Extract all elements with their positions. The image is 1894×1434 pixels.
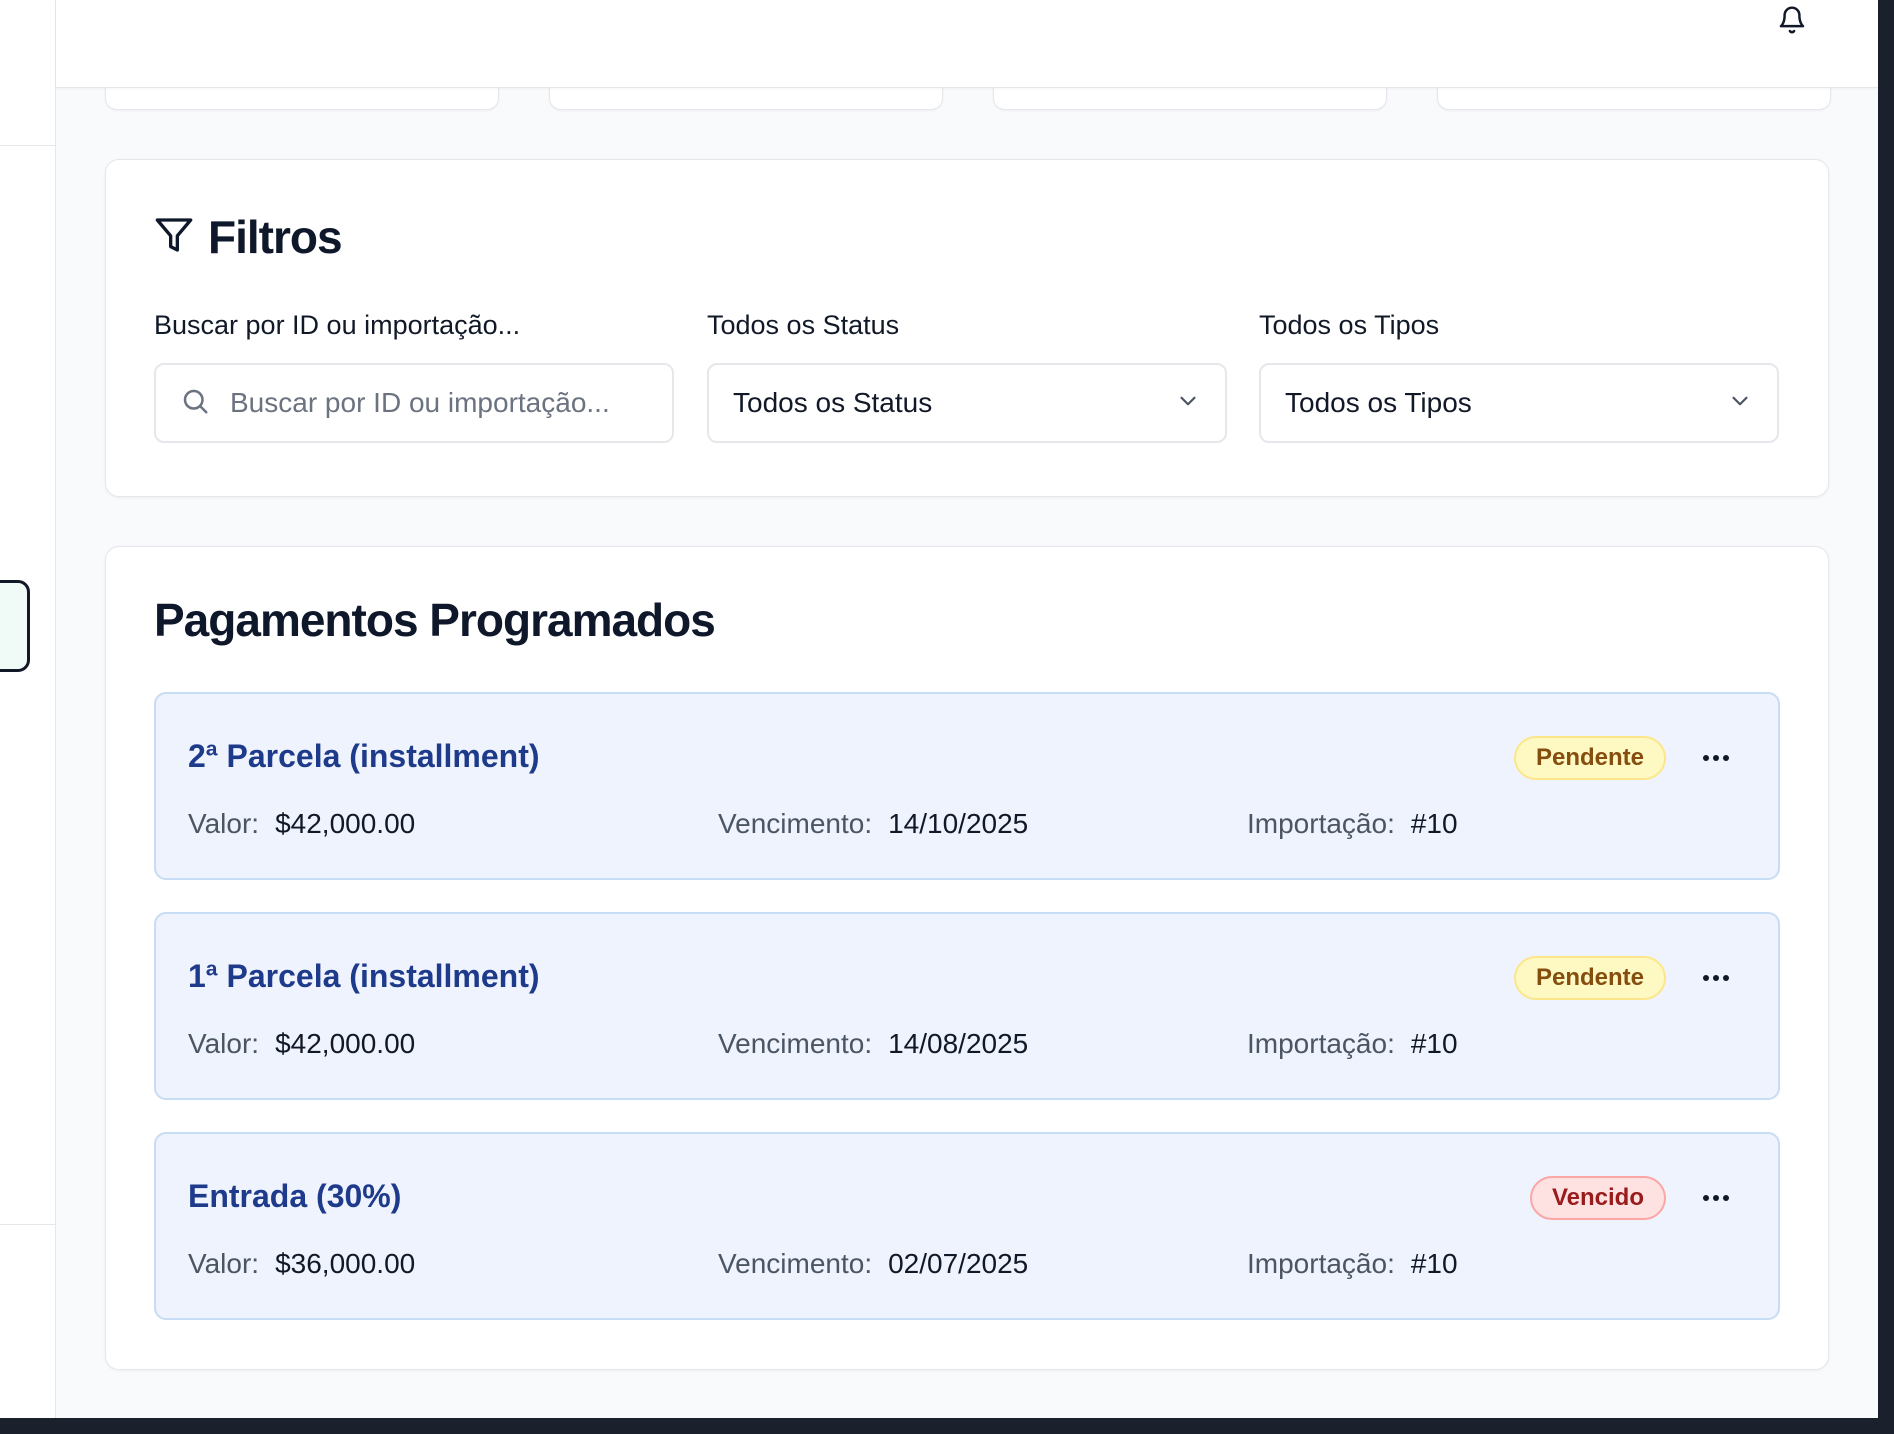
search-input[interactable] [230, 387, 648, 419]
search-label: Buscar por ID ou importação... [154, 310, 521, 340]
payments-card: Pagamentos Programados 2ª Parcela (insta… [105, 546, 1829, 1370]
payment-import: Importação: #10 [1247, 1028, 1458, 1060]
more-horizontal-icon [1703, 755, 1729, 761]
value-amount: $42,000.00 [275, 808, 416, 839]
more-options-button[interactable] [1694, 958, 1738, 998]
due-label: Vencimento: [718, 1028, 873, 1059]
import-id: #10 [1410, 808, 1458, 839]
filters-title: Filtros [208, 211, 343, 263]
payment-item[interactable]: 1ª Parcela (installment) Pendente Valor:… [154, 912, 1780, 1100]
filter-icon [154, 215, 194, 260]
sidebar-divider [0, 1224, 56, 1225]
payment-import: Importação: #10 [1247, 1248, 1458, 1280]
import-label: Importação: [1247, 1248, 1395, 1279]
more-horizontal-icon [1703, 975, 1729, 981]
payment-title: Entrada (30%) [188, 1178, 402, 1214]
sidebar [0, 0, 56, 1418]
status-select[interactable]: Todos os Status [707, 363, 1227, 443]
main-content: Filtros Buscar por ID ou importação... T… [56, 0, 1878, 1418]
payment-title: 1ª Parcela (installment) [188, 958, 540, 994]
window-edge [1878, 0, 1894, 1434]
type-label: Todos os Tipos [1259, 310, 1440, 340]
more-horizontal-icon [1703, 1195, 1729, 1201]
more-options-button[interactable] [1694, 1178, 1738, 1218]
sidebar-divider [0, 145, 56, 146]
payment-import: Importação: #10 [1247, 808, 1458, 840]
payment-value: Valor: $36,000.00 [188, 1248, 415, 1280]
due-label: Vencimento: [718, 808, 873, 839]
type-select-value: Todos os Tipos [1285, 387, 1472, 418]
status-label: Todos os Status [707, 310, 900, 340]
payment-item[interactable]: Entrada (30%) Vencido Valor: $36,000.00 … [154, 1132, 1780, 1320]
filters-header: Filtros [154, 210, 343, 264]
payment-item[interactable]: 2ª Parcela (installment) Pendente Valor:… [154, 692, 1780, 880]
search-field: Buscar por ID ou importação... [154, 310, 674, 443]
payment-due: Vencimento: 14/08/2025 [718, 1028, 1028, 1060]
payment-title: 2ª Parcela (installment) [188, 738, 540, 774]
payments-title: Pagamentos Programados [154, 594, 716, 646]
due-date: 14/10/2025 [888, 808, 1029, 839]
sidebar-active-item[interactable] [0, 580, 30, 672]
status-badge: Pendente [1513, 956, 1666, 1000]
import-label: Importação: [1247, 808, 1395, 839]
import-label: Importação: [1247, 1028, 1395, 1059]
status-badge: Pendente [1513, 736, 1666, 780]
payment-due: Vencimento: 02/07/2025 [718, 1248, 1028, 1280]
search-box[interactable] [154, 363, 674, 443]
due-date: 14/08/2025 [888, 1028, 1029, 1059]
payment-value: Valor: $42,000.00 [188, 808, 415, 840]
value-amount: $36,000.00 [275, 1248, 416, 1279]
value-label: Valor: [188, 1028, 260, 1059]
due-date: 02/07/2025 [888, 1248, 1029, 1279]
type-select[interactable]: Todos os Tipos [1259, 363, 1779, 443]
import-id: #10 [1410, 1028, 1458, 1059]
top-bar [56, 0, 1878, 88]
value-label: Valor: [188, 808, 260, 839]
more-options-button[interactable] [1694, 738, 1738, 778]
value-amount: $42,000.00 [275, 1028, 416, 1059]
payment-due: Vencimento: 14/10/2025 [718, 808, 1028, 840]
bell-icon[interactable] [1774, 2, 1810, 38]
payment-value: Valor: $42,000.00 [188, 1028, 415, 1060]
status-badge: Vencido [1529, 1176, 1666, 1220]
value-label: Valor: [188, 1248, 260, 1279]
import-id: #10 [1410, 1248, 1458, 1279]
due-label: Vencimento: [718, 1248, 873, 1279]
search-icon [180, 386, 210, 421]
status-field: Todos os Status Todos os Status [707, 310, 1227, 443]
window-edge [0, 1418, 1894, 1434]
chevron-down-icon [1175, 388, 1201, 419]
chevron-down-icon [1727, 388, 1753, 419]
filters-card: Filtros Buscar por ID ou importação... T… [105, 159, 1829, 497]
type-field: Todos os Tipos Todos os Tipos [1259, 310, 1779, 443]
status-select-value: Todos os Status [733, 387, 933, 418]
